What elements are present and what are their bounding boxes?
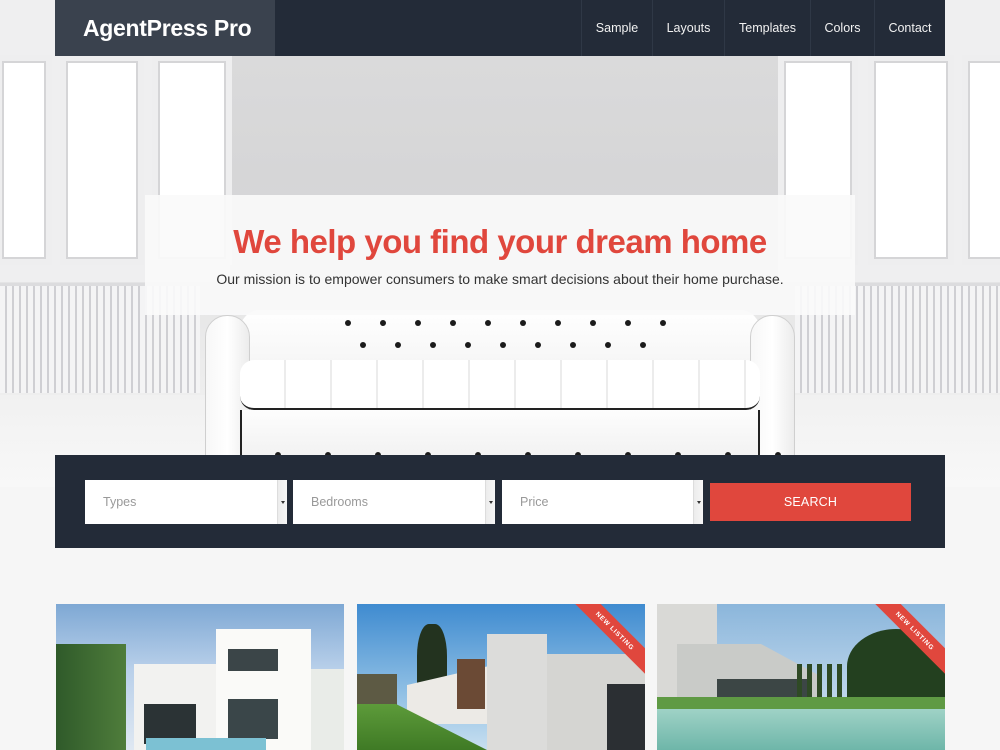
types-select[interactable]: Types [85, 480, 287, 524]
sofa-tuft [430, 342, 436, 348]
window-pane [0, 55, 52, 265]
nav-item-sample[interactable]: Sample [581, 0, 652, 56]
white-sofa [200, 300, 800, 460]
sofa-tuft [660, 320, 666, 326]
listing-card[interactable]: NEW LISTING [357, 604, 645, 750]
property-search-form: Types Bedrooms Price SEARCH [55, 455, 945, 548]
shadow [607, 684, 645, 750]
chevron-down-icon[interactable] [693, 480, 703, 524]
sofa-tuft [640, 342, 646, 348]
hedge [56, 644, 126, 750]
sofa-tuft [485, 320, 491, 326]
price-select-placeholder: Price [520, 495, 549, 509]
bedrooms-select-placeholder: Bedrooms [311, 495, 368, 509]
sofa-tuft [605, 342, 611, 348]
house-window [228, 649, 278, 671]
lawn [657, 697, 945, 709]
neighbor-house [311, 669, 344, 750]
chevron-down-icon[interactable] [485, 480, 495, 524]
sofa-tuft [360, 342, 366, 348]
bedrooms-select[interactable]: Bedrooms [293, 480, 495, 524]
sofa-tuft [625, 320, 631, 326]
nav-item-contact[interactable]: Contact [874, 0, 945, 56]
sofa-tuft [380, 320, 386, 326]
sofa-tuft [450, 320, 456, 326]
nav-item-layouts[interactable]: Layouts [652, 0, 724, 56]
nav-item-templates[interactable]: Templates [724, 0, 810, 56]
sofa-tuft [535, 342, 541, 348]
main-nav: Sample Layouts Templates Colors Contact [581, 0, 945, 56]
sofa-front [240, 410, 760, 460]
site-header: AgentPress Pro Sample Layouts Templates … [55, 0, 945, 56]
pool [657, 709, 945, 750]
sofa-tuft [395, 342, 401, 348]
sofa-seat [240, 360, 760, 410]
sofa-tuft [465, 342, 471, 348]
sofa-tuft [345, 320, 351, 326]
sofa-tuft [500, 342, 506, 348]
sofa-tuft [415, 320, 421, 326]
listing-card[interactable]: NEW LISTING [657, 604, 945, 750]
sofa-tuft [590, 320, 596, 326]
site-logo[interactable]: AgentPress Pro [55, 0, 275, 56]
listing-card[interactable] [56, 604, 344, 750]
types-select-placeholder: Types [103, 495, 137, 509]
house-window [457, 659, 485, 709]
chevron-down-icon[interactable] [277, 480, 287, 524]
nav-item-colors[interactable]: Colors [810, 0, 874, 56]
price-select[interactable]: Price [502, 480, 703, 524]
hero-title: We help you find your dream home [233, 223, 767, 260]
window-pane [962, 55, 1000, 265]
hero-caption: We help you find your dream home Our mis… [145, 195, 855, 315]
window-pane [868, 55, 954, 265]
search-button[interactable]: SEARCH [710, 483, 911, 521]
concrete-wall [487, 634, 547, 750]
pool [146, 738, 266, 750]
sofa-tuft [570, 342, 576, 348]
sofa-tuft [520, 320, 526, 326]
hero-subtitle: Our mission is to empower consumers to m… [216, 271, 784, 287]
window-pane [60, 55, 144, 265]
house-window [228, 699, 278, 739]
sofa-tuft [555, 320, 561, 326]
